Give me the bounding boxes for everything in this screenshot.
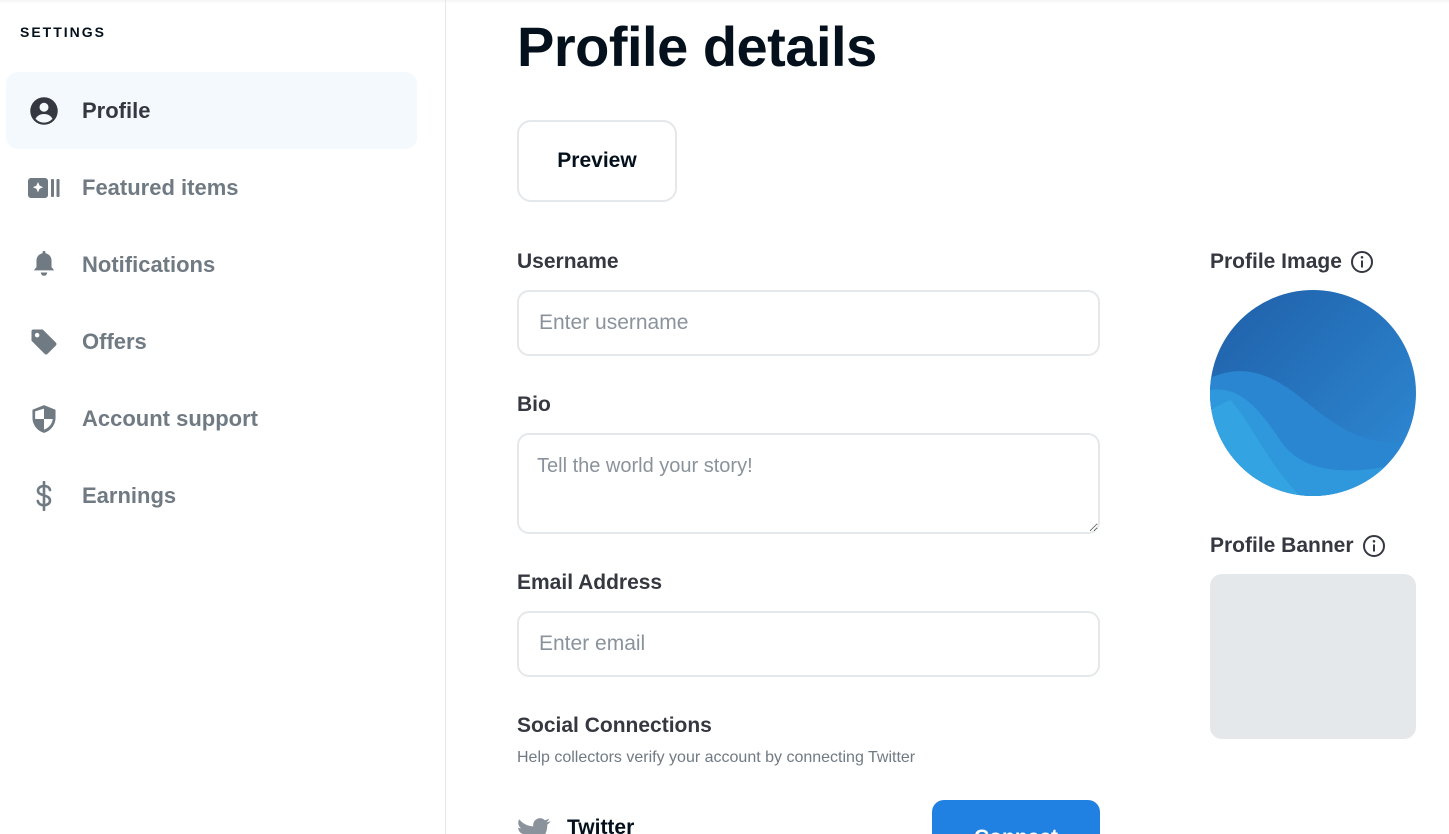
- sidebar-item-label: Notifications: [82, 251, 216, 277]
- profile-banner-label: Profile Banner: [1210, 534, 1354, 557]
- sidebar-item-notifications[interactable]: Notifications: [6, 226, 417, 303]
- bell-icon: [28, 249, 60, 281]
- profile-image-placeholder: [1210, 290, 1416, 496]
- sidebar-item-offers[interactable]: Offers: [6, 303, 417, 380]
- featured-items-icon: [28, 172, 60, 204]
- username-label: Username: [517, 250, 619, 273]
- info-icon[interactable]: [1350, 250, 1374, 274]
- sidebar-item-account-support[interactable]: Account support: [6, 380, 417, 457]
- sidebar-item-featured-items[interactable]: Featured items: [6, 149, 417, 226]
- account-circle-icon: [28, 95, 60, 127]
- profile-details-panel: Profile details Preview Username Bio Ema…: [517, 0, 1449, 834]
- settings-page: SETTINGS Profile Featured items Notifica…: [0, 0, 1449, 834]
- sidebar-item-label: Offers: [82, 328, 147, 354]
- info-icon[interactable]: [1362, 534, 1386, 558]
- tag-icon: [28, 326, 60, 358]
- twitter-icon: [517, 818, 551, 834]
- page-title: Profile details: [517, 15, 877, 78]
- twitter-label: Twitter: [567, 816, 635, 834]
- profile-image-upload[interactable]: [1210, 290, 1416, 496]
- dollar-icon: [28, 480, 60, 512]
- username-input[interactable]: [517, 290, 1100, 356]
- profile-image-heading: Profile Image: [1210, 250, 1374, 274]
- twitter-connection-row: Twitter Connect: [517, 800, 1100, 834]
- social-connections-help: Help collectors verify your account by c…: [517, 749, 916, 766]
- sidebar-item-label: Profile: [82, 97, 151, 123]
- sidebar-item-label: Account support: [82, 405, 258, 431]
- shield-icon: [28, 403, 60, 435]
- settings-sidebar: SETTINGS Profile Featured items Notifica…: [0, 0, 446, 834]
- sidebar-item-label: Featured items: [82, 174, 239, 200]
- email-input[interactable]: [517, 611, 1100, 677]
- preview-button[interactable]: Preview: [517, 120, 677, 202]
- bio-label: Bio: [517, 393, 551, 416]
- connect-twitter-button[interactable]: Connect: [932, 800, 1100, 834]
- sidebar-heading: SETTINGS: [20, 24, 107, 40]
- profile-image-label: Profile Image: [1210, 250, 1342, 273]
- profile-banner-upload[interactable]: [1210, 574, 1416, 739]
- profile-banner-heading: Profile Banner: [1210, 534, 1386, 558]
- sidebar-item-earnings[interactable]: Earnings: [6, 457, 417, 534]
- settings-nav: Profile Featured items Notifications Off…: [6, 72, 417, 534]
- sidebar-item-profile[interactable]: Profile: [6, 72, 417, 149]
- sidebar-item-label: Earnings: [82, 482, 177, 508]
- social-connections-label: Social Connections: [517, 714, 712, 737]
- bio-textarea[interactable]: [517, 433, 1100, 534]
- email-label: Email Address: [517, 571, 663, 594]
